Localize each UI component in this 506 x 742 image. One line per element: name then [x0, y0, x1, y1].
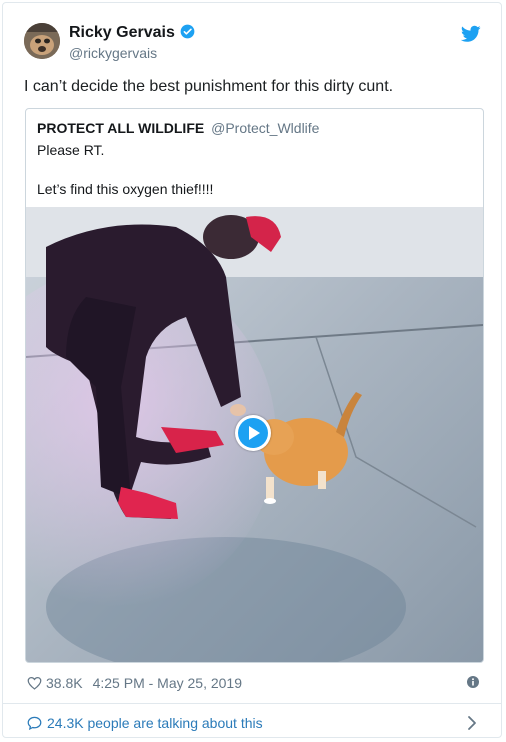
- embedded-tweet-card: Ricky Gervais @rickygervais I can’t deci…: [2, 2, 502, 738]
- divider: [3, 703, 501, 704]
- tweet-timestamp[interactable]: 4:25 PM - May 25, 2019: [93, 675, 242, 691]
- quoted-tweet-header: PROTECT ALL WILDLIFE @Protect_Wldlife: [37, 120, 319, 136]
- author-avatar[interactable]: [24, 23, 60, 59]
- tweet-text: I can’t decide the best punishment for t…: [24, 78, 394, 95]
- play-icon: [238, 418, 268, 448]
- heart-icon[interactable]: [27, 676, 42, 690]
- quoted-text-line-2: Let’s find this oxygen thief!!!!: [37, 181, 214, 197]
- author-name[interactable]: Ricky Gervais: [69, 24, 195, 42]
- chevron-right-icon[interactable]: [467, 715, 477, 731]
- conversation-count-text[interactable]: 24.3K people are talking about this: [47, 715, 263, 731]
- like-count[interactable]: 38.8K: [46, 675, 83, 691]
- author-name-text[interactable]: Ricky Gervais: [69, 24, 175, 41]
- twitter-bird-icon[interactable]: [461, 25, 481, 43]
- quoted-tweet[interactable]: PROTECT ALL WILDLIFE @Protect_Wldlife Pl…: [25, 108, 484, 663]
- author-handle[interactable]: @rickygervais: [69, 45, 157, 61]
- play-button[interactable]: [235, 415, 271, 451]
- quoted-author-handle[interactable]: @Protect_Wldlife: [211, 120, 319, 136]
- info-icon[interactable]: [467, 676, 479, 688]
- speech-bubble-icon: [27, 716, 42, 730]
- tweet-meta: 38.8K 4:25 PM - May 25, 2019: [27, 675, 242, 691]
- quoted-author-name[interactable]: PROTECT ALL WILDLIFE: [37, 120, 204, 136]
- quoted-text-line-1: Please RT.: [37, 142, 105, 158]
- conversation-link[interactable]: 24.3K people are talking about this: [27, 715, 263, 731]
- verified-badge-icon: [180, 24, 195, 39]
- video-thumbnail[interactable]: [26, 207, 483, 662]
